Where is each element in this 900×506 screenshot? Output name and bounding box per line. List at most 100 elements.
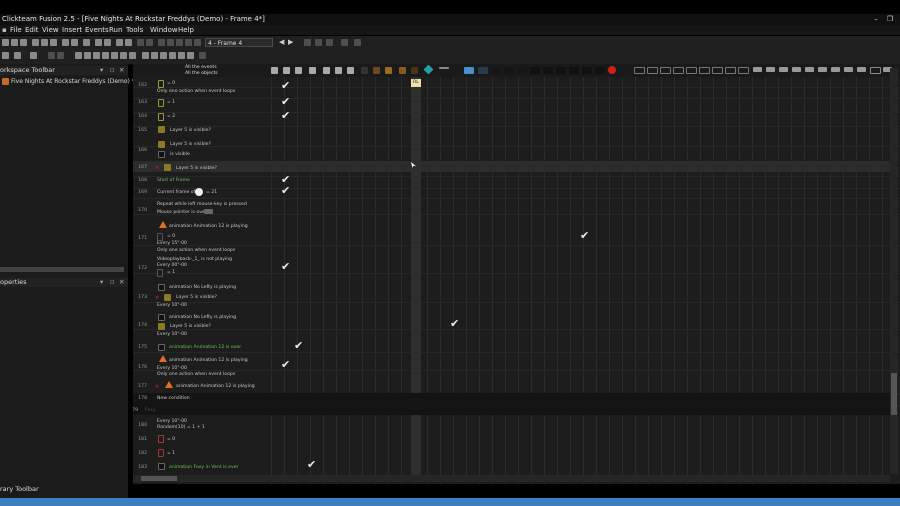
condition-text[interactable]: Only one action when event loops [157, 89, 235, 94]
condition-text[interactable]: animation Animation 12 is playing [169, 358, 248, 363]
properties-icon[interactable] [48, 52, 55, 59]
debug-icon[interactable] [125, 39, 132, 46]
player-object-icon[interactable] [347, 67, 354, 74]
close-icon[interactable]: ✕ [119, 278, 124, 287]
object-3-icon[interactable] [385, 67, 392, 74]
object-8-icon[interactable] [464, 67, 474, 74]
action-checkmark[interactable]: ✔ [450, 318, 459, 329]
action-checkmark[interactable]: ✔ [294, 340, 303, 351]
horizontal-scrollbar[interactable] [0, 267, 124, 272]
run-icon[interactable] [95, 39, 102, 46]
action-checkmark[interactable]: ✔ [281, 110, 290, 121]
copy-icon[interactable] [41, 39, 48, 46]
object-16-icon[interactable] [569, 67, 579, 74]
condition-text[interactable]: animation Animation 12 is over [169, 345, 241, 350]
tool-j-icon[interactable] [160, 52, 167, 59]
tool-a-icon[interactable] [75, 52, 82, 59]
minimize-icon[interactable]: – [870, 14, 882, 25]
menu-view[interactable]: View [42, 25, 59, 35]
event-tool-5-icon[interactable] [354, 39, 361, 46]
object-17-icon[interactable] [582, 67, 592, 74]
object-4-icon[interactable] [399, 67, 406, 74]
new-condition[interactable]: New condition [157, 396, 190, 401]
object-10-icon[interactable] [491, 67, 501, 74]
condition-text[interactable]: animation No Lefty is playing [169, 285, 236, 290]
condition-text[interactable]: animation No Lefty is playing [169, 315, 236, 320]
stop-icon[interactable] [104, 39, 111, 46]
action-checkmark[interactable]: ✔ [307, 459, 316, 470]
pin-icon[interactable]: ▫ [110, 278, 114, 287]
new-icon[interactable] [2, 39, 9, 46]
tool-m-icon[interactable] [187, 52, 194, 59]
condition-text[interactable]: animation Foxy in Vent is over [169, 465, 238, 470]
tool-e-icon[interactable] [111, 52, 118, 59]
condition-text[interactable]: Only one action when event loops [157, 248, 235, 253]
object-34-icon[interactable] [818, 67, 827, 72]
menu-help[interactable]: Help [178, 25, 194, 35]
redo-icon[interactable] [71, 39, 78, 46]
condition-text[interactable]: Layer 5 is visible? [170, 128, 211, 133]
condition-text[interactable]: = 0 [167, 234, 175, 239]
event-list-icon[interactable] [185, 39, 192, 46]
condition-text[interactable]: = 1 [167, 100, 175, 105]
condition-text[interactable]: animation Animation 12 is playing [169, 224, 248, 229]
menu-events[interactable]: Events [85, 25, 109, 35]
frame-editor-icon[interactable] [167, 39, 174, 46]
event-editor-icon[interactable] [176, 39, 183, 46]
grid-icon[interactable] [137, 39, 144, 46]
menu-run[interactable]: Run [109, 25, 122, 35]
object-26-icon[interactable] [712, 67, 723, 74]
undo-icon[interactable] [62, 39, 69, 46]
menu-insert[interactable]: Insert [62, 25, 82, 35]
build-icon[interactable] [116, 39, 123, 46]
object-33-icon[interactable] [805, 67, 814, 72]
tool-c-icon[interactable] [93, 52, 100, 59]
menu-file[interactable]: File [10, 25, 22, 35]
condition-text[interactable]: Start of Frame [157, 178, 190, 183]
condition-text[interactable]: = 21 [206, 190, 217, 195]
object-24-icon[interactable] [686, 67, 697, 74]
zoom-icon[interactable] [2, 52, 9, 59]
object-32-icon[interactable] [792, 67, 801, 72]
cut-icon[interactable] [32, 39, 39, 46]
dropdown-icon[interactable]: ▾ [100, 66, 103, 75]
tool-b-icon[interactable] [84, 52, 91, 59]
action-checkmark[interactable]: ✔ [281, 185, 290, 196]
pin-icon[interactable]: ▫ [110, 66, 114, 75]
event-tool-2-icon[interactable] [315, 39, 322, 46]
object-11-icon[interactable] [504, 67, 514, 74]
object-35-icon[interactable] [831, 67, 840, 72]
object-5-icon[interactable] [411, 67, 418, 74]
condition-text[interactable]: Every 10"-00 [157, 419, 187, 424]
tool-n-icon[interactable] [199, 52, 206, 59]
condition-text[interactable]: = 2 [167, 114, 175, 119]
layers-icon[interactable] [30, 52, 37, 59]
object-6-icon[interactable] [423, 64, 434, 75]
condition-text[interactable]: Layer 5 is visible? [176, 295, 217, 300]
dropdown-icon[interactable]: ▾ [100, 278, 103, 287]
condition-text[interactable]: Every 00"-00 [157, 263, 187, 268]
object-25-icon[interactable] [699, 67, 710, 74]
tool-i-icon[interactable] [151, 52, 158, 59]
condition-text[interactable]: = 1 [167, 270, 175, 275]
horizontal-scrollbar-thumb[interactable] [141, 476, 177, 481]
menu-window[interactable]: Window [150, 25, 178, 35]
event-tool-4-icon[interactable] [341, 39, 348, 46]
object-15-icon[interactable] [556, 67, 566, 74]
tool-l-icon[interactable] [178, 52, 185, 59]
condition-text[interactable]: Layer 5 is visible? [176, 166, 217, 171]
condition-text[interactable]: Layer 5 is visible? [170, 142, 211, 147]
save-icon[interactable] [20, 39, 27, 46]
object-21-icon[interactable] [647, 67, 658, 74]
horizontal-scrollbar[interactable] [133, 475, 890, 482]
condition-text[interactable]: Every 10"-00 [157, 366, 187, 371]
condition-text[interactable]: Videoplayback-_1_ is not playing [157, 257, 232, 262]
object-22-icon[interactable] [660, 67, 671, 74]
condition-text[interactable]: = 0 [167, 81, 175, 86]
prev-frame-icon[interactable]: ◀ [279, 38, 284, 46]
special-object-icon[interactable] [271, 67, 278, 74]
condition-text[interactable]: animation Animation 12 is playing [176, 384, 255, 389]
group-title[interactable]: Foxy [145, 408, 156, 413]
object-29-icon[interactable] [753, 67, 762, 72]
object-12-icon[interactable] [517, 67, 527, 74]
